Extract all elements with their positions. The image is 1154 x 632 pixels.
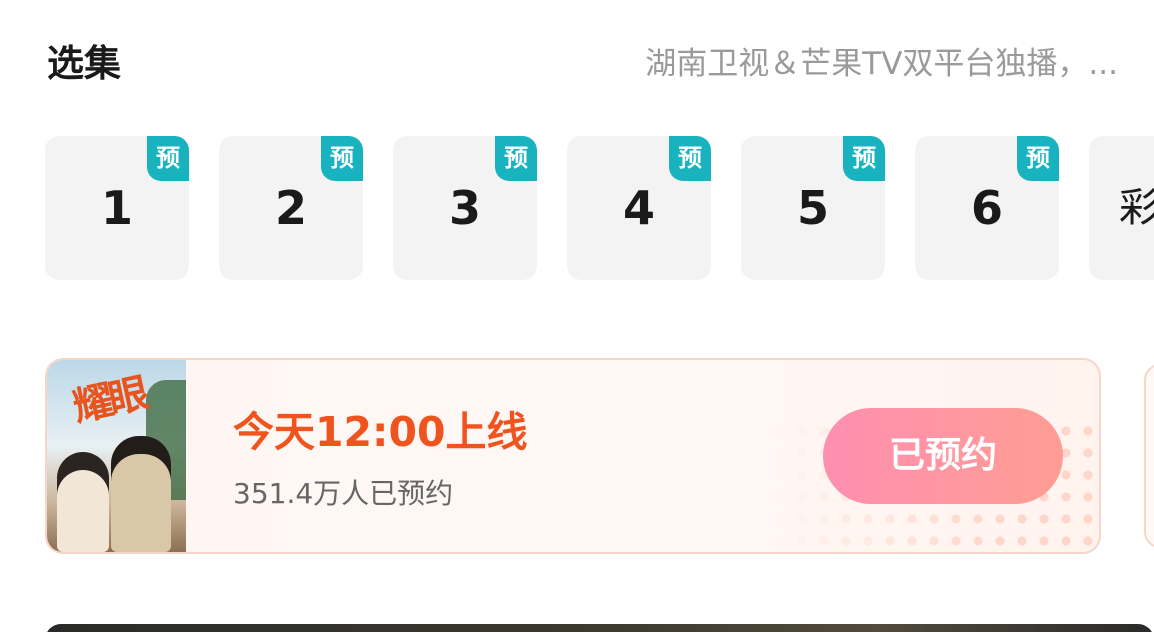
poster-logo: 耀眼 bbox=[68, 369, 150, 431]
preview-badge: 预 bbox=[321, 136, 363, 181]
episode-number: 4 bbox=[622, 181, 655, 235]
section-title: 选集 bbox=[47, 42, 121, 85]
episode-number: 3 bbox=[448, 181, 481, 235]
release-time: 今天12:00上线 bbox=[233, 408, 528, 456]
preview-badge: 预 bbox=[147, 136, 189, 181]
episode-tile-5[interactable]: 5 预 bbox=[741, 136, 885, 280]
episode-tile-3[interactable]: 3 预 bbox=[393, 136, 537, 280]
episode-tile-2[interactable]: 2 预 bbox=[219, 136, 363, 280]
show-poster[interactable]: 耀眼 bbox=[47, 360, 186, 552]
poster-figure-left bbox=[57, 452, 109, 552]
reserved-button[interactable]: 已预约 bbox=[823, 408, 1063, 504]
episode-number: 6 bbox=[970, 181, 1003, 235]
episode-number: 2 bbox=[274, 181, 307, 235]
poster-figure-right bbox=[111, 436, 171, 552]
section-subtitle[interactable]: 湖南卫视＆芒果TV双平台独播，... bbox=[645, 42, 1118, 86]
episode-tile-6[interactable]: 6 预 bbox=[915, 136, 1059, 280]
preview-badge: 预 bbox=[495, 136, 537, 181]
reservation-count: 351.4万人已预约 bbox=[233, 477, 454, 510]
next-section-banner[interactable] bbox=[45, 624, 1154, 632]
preview-badge: 预 bbox=[669, 136, 711, 181]
episode-panel: 选集 湖南卫视＆芒果TV双平台独播，... 1 预 2 预 3 预 4 预 5 … bbox=[0, 0, 1154, 632]
next-reservation-card[interactable] bbox=[1144, 364, 1154, 548]
episode-number: 5 bbox=[796, 181, 829, 235]
preview-badge: 预 bbox=[1017, 136, 1059, 181]
episode-tile-bonus[interactable]: 彩 bbox=[1089, 136, 1154, 280]
episode-tile-1[interactable]: 1 预 bbox=[45, 136, 189, 280]
preview-badge: 预 bbox=[843, 136, 885, 181]
reservation-card[interactable]: 耀眼 今天12:00上线 351.4万人已预约 已预约 bbox=[45, 358, 1101, 554]
episode-tile-4[interactable]: 4 预 bbox=[567, 136, 711, 280]
episode-number: 1 bbox=[100, 181, 133, 235]
episode-number: 彩 bbox=[1119, 185, 1154, 231]
episode-list[interactable]: 1 预 2 预 3 预 4 预 5 预 6 预 彩 bbox=[45, 136, 1154, 280]
